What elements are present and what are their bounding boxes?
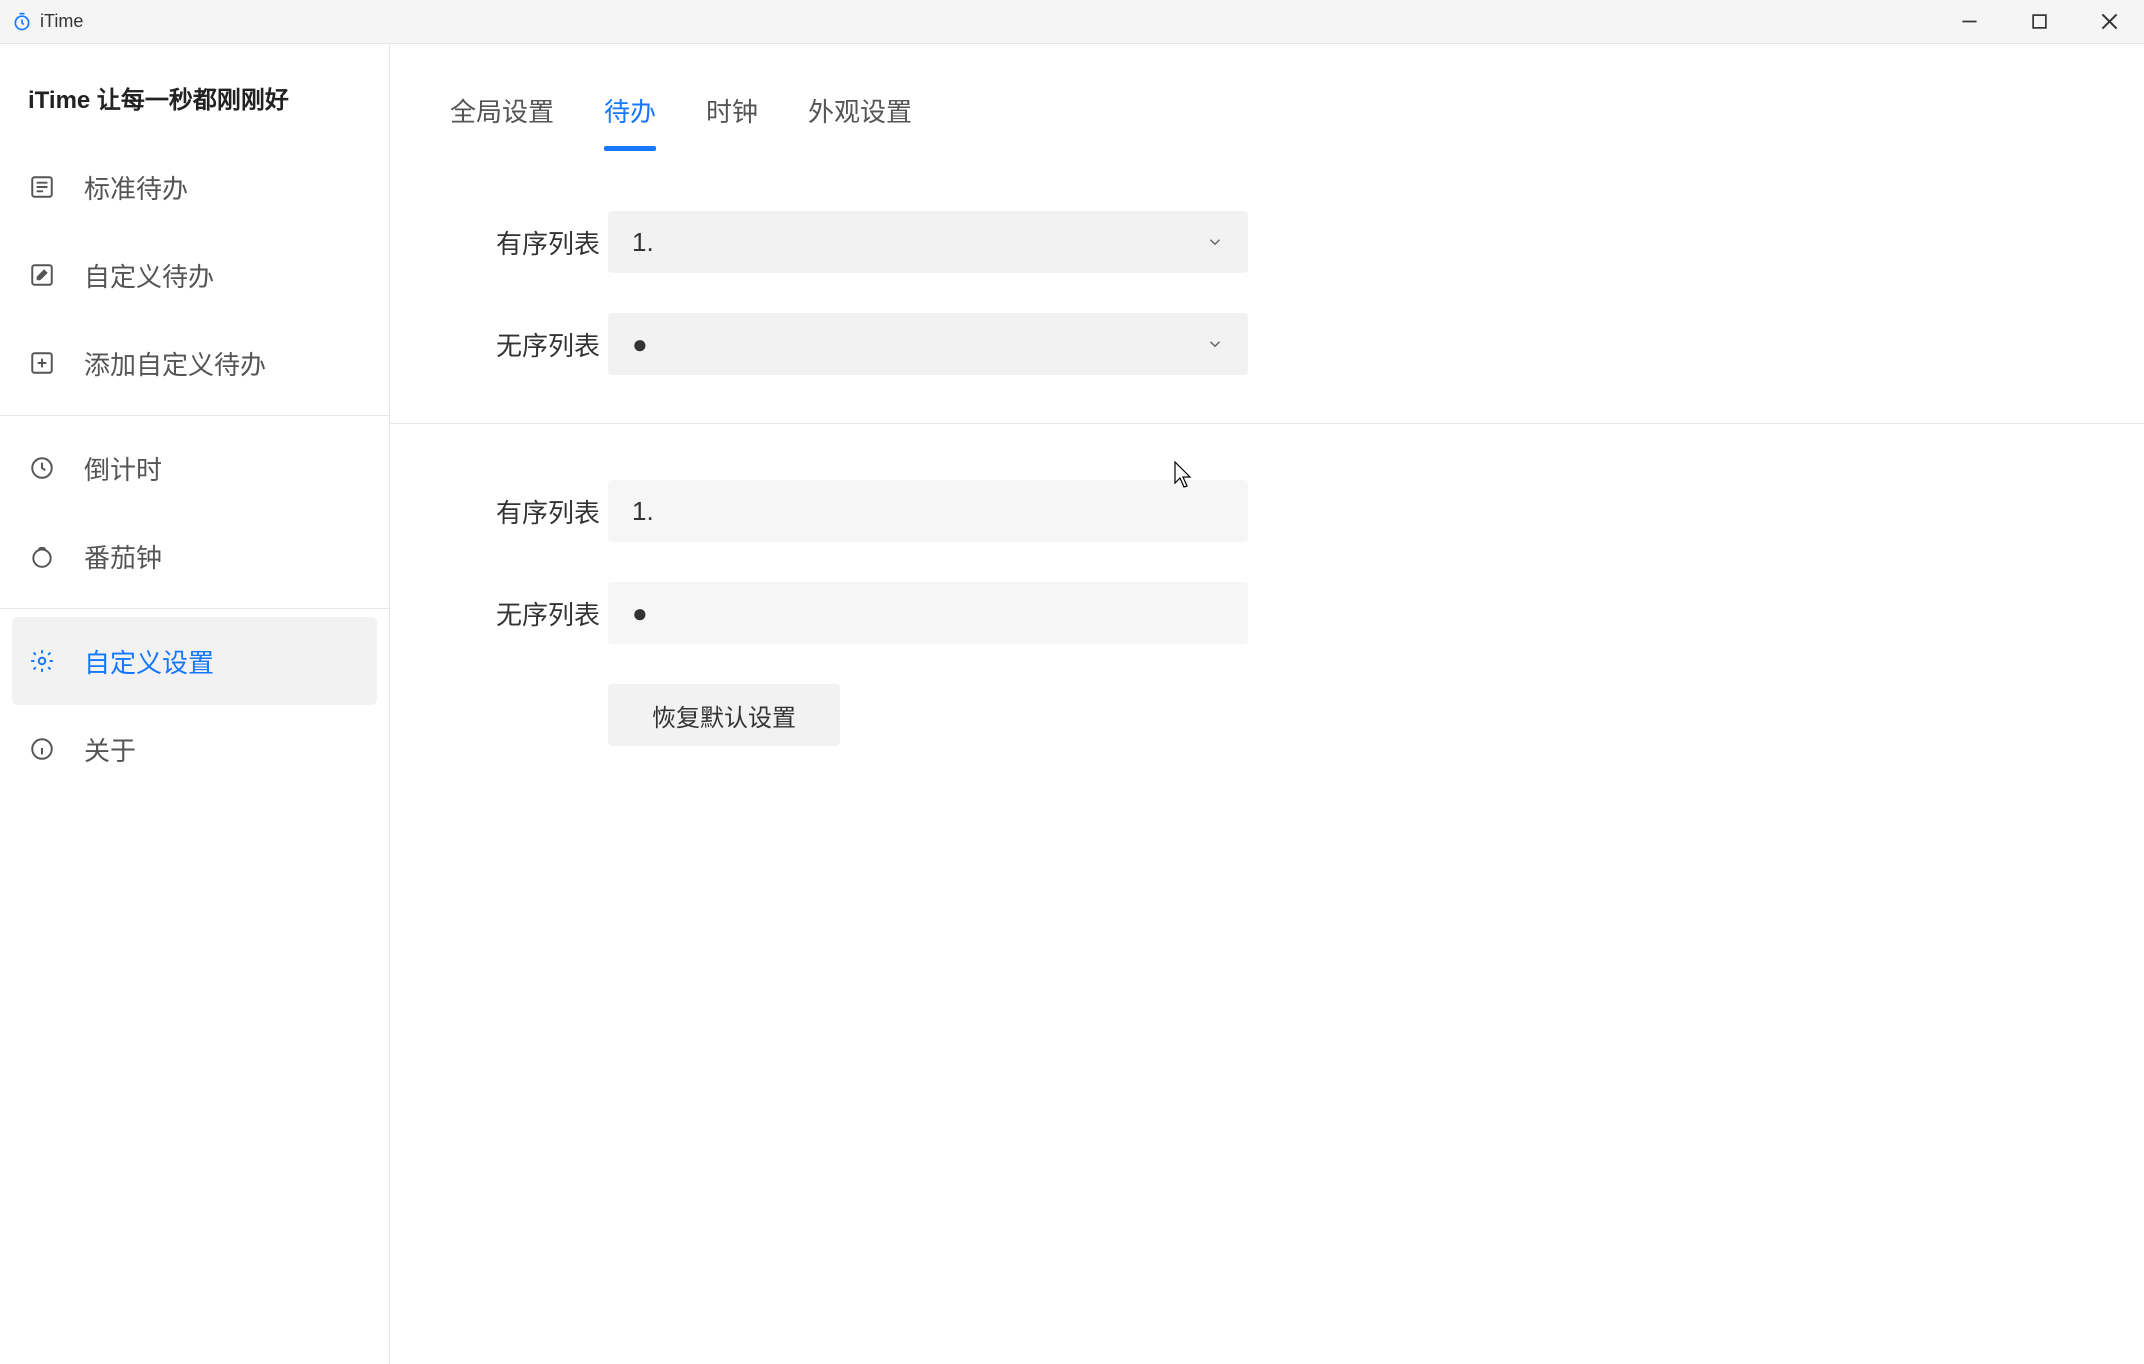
- form-row-ordered-1: 有序列表 1.: [450, 211, 2084, 273]
- select-value: 1.: [632, 227, 654, 258]
- sidebar-item-label: 关于: [84, 731, 136, 768]
- sidebar: iTime 让每一秒都刚刚好 标准待办 自定义待办: [0, 44, 390, 1364]
- display-value: 1.: [632, 496, 654, 527]
- sidebar-divider: [0, 415, 389, 416]
- tabs: 全局设置 待办 时钟 外观设置: [390, 44, 2144, 151]
- form-row-unordered-1: 无序列表 ●: [450, 313, 2084, 375]
- sidebar-item-label: 番茄钟: [84, 538, 162, 575]
- sidebar-item-label: 标准待办: [84, 169, 188, 206]
- sidebar-item-label: 自定义设置: [84, 643, 214, 680]
- edit-square-icon: [28, 261, 56, 289]
- info-icon: [28, 735, 56, 763]
- form-label: 无序列表: [450, 595, 600, 632]
- sidebar-item-label: 添加自定义待办: [84, 345, 266, 382]
- form-label: 有序列表: [450, 493, 600, 530]
- list-check-icon: [28, 173, 56, 201]
- settings-content: 有序列表 1. 无序列表 ●: [390, 151, 2144, 746]
- app-icon: [12, 12, 32, 32]
- sidebar-header: iTime 让每一秒都刚刚好: [0, 68, 389, 143]
- titlebar-left: iTime: [12, 11, 83, 32]
- tab-todo[interactable]: 待办: [604, 92, 656, 151]
- sidebar-item-label: 倒计时: [84, 450, 162, 487]
- app-title: iTime: [40, 11, 83, 32]
- gear-icon: [28, 647, 56, 675]
- main-area: 全局设置 待办 时钟 外观设置 有序列表 1. 无序列表: [390, 44, 2144, 1364]
- chevron-down-icon: [1206, 335, 1224, 353]
- form-label: 有序列表: [450, 224, 600, 261]
- tab-global-settings[interactable]: 全局设置: [450, 92, 554, 151]
- titlebar: iTime: [0, 0, 2144, 44]
- chevron-down-icon: [1206, 233, 1224, 251]
- form-label: 无序列表: [450, 326, 600, 363]
- window-controls: [1934, 0, 2144, 44]
- sidebar-item-countdown[interactable]: 倒计时: [0, 424, 389, 512]
- ordered-list-display: 1.: [608, 480, 1248, 542]
- sidebar-item-label: 自定义待办: [84, 257, 214, 294]
- plus-square-icon: [28, 349, 56, 377]
- display-value: ●: [632, 598, 648, 629]
- sidebar-item-standard-todo[interactable]: 标准待办: [0, 143, 389, 231]
- tab-appearance[interactable]: 外观设置: [808, 92, 912, 151]
- form-row-ordered-2: 有序列表 1.: [450, 480, 2084, 542]
- ordered-list-select[interactable]: 1.: [608, 211, 1248, 273]
- tab-clock[interactable]: 时钟: [706, 92, 758, 151]
- sidebar-divider: [0, 608, 389, 609]
- unordered-list-select[interactable]: ●: [608, 313, 1248, 375]
- sidebar-item-custom-todo[interactable]: 自定义待办: [0, 231, 389, 319]
- maximize-button[interactable]: [2004, 0, 2074, 44]
- sidebar-item-about[interactable]: 关于: [0, 705, 389, 793]
- clock-icon: [28, 454, 56, 482]
- close-button[interactable]: [2074, 0, 2144, 44]
- unordered-list-display: ●: [608, 582, 1248, 644]
- sidebar-item-custom-settings[interactable]: 自定义设置: [12, 617, 377, 705]
- minimize-button[interactable]: [1934, 0, 2004, 44]
- section-divider: [390, 423, 2144, 424]
- form-row-unordered-2: 无序列表 ●: [450, 582, 2084, 644]
- sidebar-item-add-custom-todo[interactable]: 添加自定义待办: [0, 319, 389, 407]
- reset-defaults-button[interactable]: 恢复默认设置: [608, 684, 840, 746]
- sidebar-item-pomodoro[interactable]: 番茄钟: [0, 512, 389, 600]
- tomato-icon: [28, 542, 56, 570]
- select-value: ●: [632, 329, 648, 360]
